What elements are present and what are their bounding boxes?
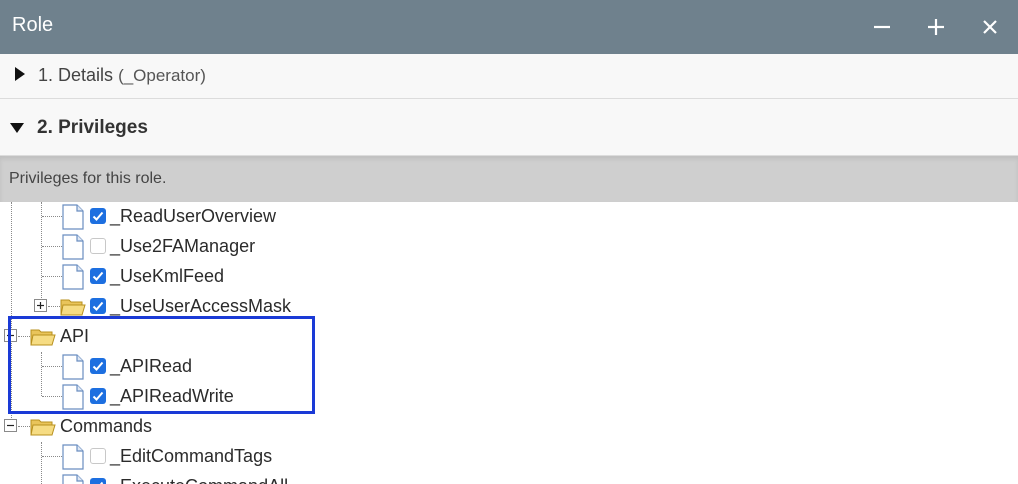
minimize-button[interactable]: [866, 11, 898, 43]
tree-item-label: _APIRead: [110, 356, 193, 376]
tree-item-apiread[interactable]: _APIRead: [62, 352, 302, 382]
maximize-button[interactable]: [920, 11, 952, 43]
checkbox[interactable]: [90, 388, 106, 404]
window-title: Role: [12, 14, 54, 36]
document-icon: [62, 204, 84, 230]
document-icon: [62, 444, 84, 470]
privileges-tree: _ReadUserOverview _Use2FAManager _UseKml…: [0, 202, 1018, 484]
tree-item-executecommandall[interactable]: _ExecuteCommandAll: [62, 472, 322, 484]
privileges-section-header[interactable]: [0, 99, 1018, 156]
privileges-info-text: Privileges for this role.: [9, 170, 167, 187]
tree-item-label: _ReadUserOverview: [110, 206, 277, 226]
tree-folder-commands[interactable]: Commands: [30, 412, 250, 442]
privileges-info-bar: Privileges for this role.: [0, 156, 1018, 202]
close-button[interactable]: [974, 11, 1006, 43]
tree-item-label: _APIReadWrite: [110, 386, 234, 406]
expand-toggle[interactable]: [34, 299, 47, 312]
document-icon: [62, 474, 84, 484]
tree-item-label: _UseUserAccessMask: [110, 296, 292, 316]
tree-item-readuseroverview[interactable]: _ReadUserOverview: [62, 202, 322, 232]
title-bar: Role: [0, 0, 1018, 54]
tree-item-label: _UseKmlFeed: [110, 266, 225, 286]
close-icon: [983, 20, 997, 34]
collapse-toggle[interactable]: [4, 329, 17, 342]
tree-item-label: _Use2FAManager: [110, 236, 256, 256]
tree-item-label: _ExecuteCommandAll: [110, 476, 288, 484]
plus-icon: [928, 19, 944, 35]
tree-folder-api[interactable]: API: [30, 322, 230, 352]
open-folder-icon: [30, 327, 56, 347]
checkbox[interactable]: [90, 358, 106, 374]
folder-icon: [60, 297, 86, 317]
checkbox[interactable]: [90, 238, 106, 254]
open-folder-icon: [30, 417, 56, 437]
tree-item-editcommandtags[interactable]: _EditCommandTags: [62, 442, 322, 472]
tree-folder-label: Commands: [60, 416, 153, 436]
document-icon: [62, 264, 84, 290]
tree-item-label: _EditCommandTags: [110, 446, 273, 466]
tree-item-apireadwrite[interactable]: _APIReadWrite: [62, 382, 302, 412]
details-section-title: 1. Details (_Operator): [38, 65, 206, 86]
minus-icon: [874, 25, 890, 29]
checkbox[interactable]: [90, 298, 106, 314]
document-icon: [62, 234, 84, 260]
document-icon: [62, 384, 84, 410]
tree-item-use2famanager[interactable]: _Use2FAManager: [62, 232, 322, 262]
tree-item-usekmlfeed[interactable]: _UseKmlFeed: [62, 262, 322, 292]
checkbox[interactable]: [90, 448, 106, 464]
checkbox[interactable]: [90, 268, 106, 284]
collapse-toggle[interactable]: [4, 419, 17, 432]
details-role-suffix: (_Operator): [118, 66, 206, 85]
checkbox[interactable]: [90, 478, 106, 484]
tree-item-useuseraccessmask[interactable]: _UseUserAccessMask: [60, 292, 320, 322]
document-icon: [62, 354, 84, 380]
details-label: 1. Details: [38, 65, 114, 85]
caret-right-icon: [13, 67, 27, 81]
checkbox[interactable]: [90, 208, 106, 224]
tree-folder-label: API: [60, 326, 90, 346]
caret-down-icon: [10, 120, 24, 134]
privileges-section-title: 2. Privileges: [37, 117, 148, 138]
